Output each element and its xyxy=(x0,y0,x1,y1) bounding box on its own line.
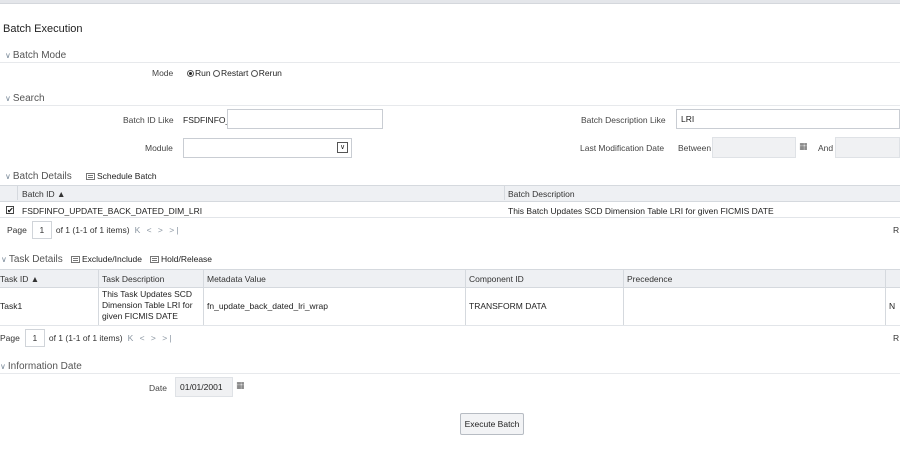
radio-rerun[interactable]: Rerun xyxy=(250,68,282,78)
batch-table-header xyxy=(0,185,900,202)
batch-description-column-header[interactable]: Batch Description xyxy=(508,189,575,199)
page-nav-controls[interactable]: K < > >| xyxy=(135,225,181,235)
column-separator xyxy=(504,185,505,200)
batch-details-heading: Batch Details xyxy=(12,171,72,182)
exclude-include-button[interactable]: Exclude/Include xyxy=(71,254,142,264)
schedule-batch-button[interactable]: Schedule Batch xyxy=(86,171,157,181)
chevron-down-icon: ∨ xyxy=(5,94,11,103)
batch-details-section-header[interactable]: ∨ Batch Details xyxy=(5,171,72,182)
page-summary: of 1 (1-1 of 1 items) xyxy=(48,333,123,343)
page-label: Page xyxy=(7,225,27,235)
page-summary: of 1 (1-1 of 1 items) xyxy=(55,225,130,235)
metadata-value-column-header[interactable]: Metadata Value xyxy=(207,274,266,284)
page-label: Page xyxy=(0,333,20,343)
calendar-icon[interactable]: ▦ xyxy=(799,141,808,152)
row-divider xyxy=(0,325,900,326)
chevron-down-icon[interactable]: ∨ xyxy=(337,142,348,153)
page-nav-controls[interactable]: K < > >| xyxy=(128,333,174,343)
radio-rerun-icon xyxy=(250,70,258,77)
task-extra-cell: N xyxy=(889,301,896,311)
chevron-down-icon: ∨ xyxy=(5,172,11,181)
information-date-input[interactable]: 01/01/2001 xyxy=(175,377,233,397)
task-details-heading: Task Details xyxy=(8,254,63,265)
precedence-column-header[interactable]: Precedence xyxy=(627,274,672,284)
and-label: And xyxy=(818,143,834,153)
chevron-down-icon: ∨ xyxy=(0,362,6,371)
batch-mode-section-header[interactable]: ∨ Batch Mode xyxy=(5,50,66,61)
mode-radio-group: Run Restart Rerun xyxy=(187,68,282,78)
radio-restart-icon xyxy=(212,70,220,77)
date-label: Date xyxy=(149,383,167,393)
component-id-cell: TRANSFORM DATA xyxy=(469,301,547,311)
batch-mode-heading: Batch Mode xyxy=(12,50,67,61)
schedule-icon xyxy=(86,172,95,180)
section-divider xyxy=(0,105,900,106)
batch-desc-input[interactable]: LRI xyxy=(676,109,900,129)
batch-description-cell: This Batch Updates SCD Dimension Table L… xyxy=(508,206,774,216)
batch-row-checkbox[interactable]: ✔ xyxy=(6,206,14,215)
batch-id-column-header[interactable]: Batch ID ▲ xyxy=(22,189,65,199)
page-number-input[interactable]: 1 xyxy=(24,329,45,347)
module-label: Module xyxy=(145,143,173,153)
row-divider xyxy=(0,217,900,218)
chevron-down-icon: ∨ xyxy=(1,255,7,264)
batch-id-label: Batch ID Like xyxy=(123,115,174,125)
column-separator xyxy=(623,269,624,325)
search-section-header[interactable]: ∨ Search xyxy=(5,93,45,104)
mode-label: Mode xyxy=(152,68,174,78)
batch-pager-right-text: R xyxy=(893,225,900,235)
task-details-section-header[interactable]: ∨ Task Details xyxy=(1,254,63,265)
section-divider xyxy=(0,373,900,374)
column-separator xyxy=(203,269,204,325)
section-divider xyxy=(0,62,900,63)
column-separator xyxy=(885,269,886,325)
date-from-input[interactable] xyxy=(712,137,796,158)
date-to-input[interactable] xyxy=(835,137,900,158)
information-date-section-header[interactable]: ∨ Information Date xyxy=(0,361,82,372)
search-heading: Search xyxy=(12,93,45,104)
task-description-cell: This Task Updates SCD Dimension Table LR… xyxy=(102,289,193,321)
radio-run[interactable]: Run xyxy=(187,68,211,78)
batch-id-cell[interactable]: FSDFINFO_UPDATE_BACK_DATED_DIM_LRI xyxy=(22,206,202,216)
radio-run-icon xyxy=(187,70,194,77)
hold-release-icon xyxy=(150,255,159,263)
batch-id-prefix: FSDFINFO_ xyxy=(183,115,231,125)
execute-batch-button[interactable]: Execute Batch xyxy=(460,413,524,435)
calendar-icon[interactable]: ▦ xyxy=(236,380,245,391)
metadata-value-cell: fn_update_back_dated_lri_wrap xyxy=(207,301,328,311)
component-id-column-header[interactable]: Component ID xyxy=(469,274,524,284)
task-pager: Page 1 of 1 (1-1 of 1 items) K < > >| xyxy=(0,329,173,347)
task-id-column-header[interactable]: Task ID ▲ xyxy=(0,274,39,284)
top-border xyxy=(0,0,900,4)
task-description-column-header[interactable]: Task Description xyxy=(102,274,164,284)
exclude-include-icon xyxy=(71,255,80,263)
last-mod-date-label: Last Modification Date xyxy=(580,143,665,153)
column-separator xyxy=(17,185,18,200)
page-title: Batch Execution xyxy=(3,23,83,35)
radio-restart[interactable]: Restart xyxy=(212,68,248,78)
task-pager-right-text: R xyxy=(893,333,900,343)
chevron-down-icon: ∨ xyxy=(5,51,11,60)
column-separator xyxy=(98,269,99,325)
batch-desc-label: Batch Description Like xyxy=(581,115,666,125)
task-id-cell[interactable]: Task1 xyxy=(0,301,22,311)
batch-pager: Page 1 of 1 (1-1 of 1 items) K < > >| xyxy=(7,221,180,239)
information-date-heading: Information Date xyxy=(7,361,82,372)
column-separator xyxy=(465,269,466,325)
module-select[interactable]: ∨ xyxy=(183,138,352,158)
hold-release-button[interactable]: Hold/Release xyxy=(150,254,212,264)
between-label: Between xyxy=(678,143,712,153)
batch-id-input[interactable] xyxy=(227,109,383,129)
page-number-input[interactable]: 1 xyxy=(31,221,52,239)
